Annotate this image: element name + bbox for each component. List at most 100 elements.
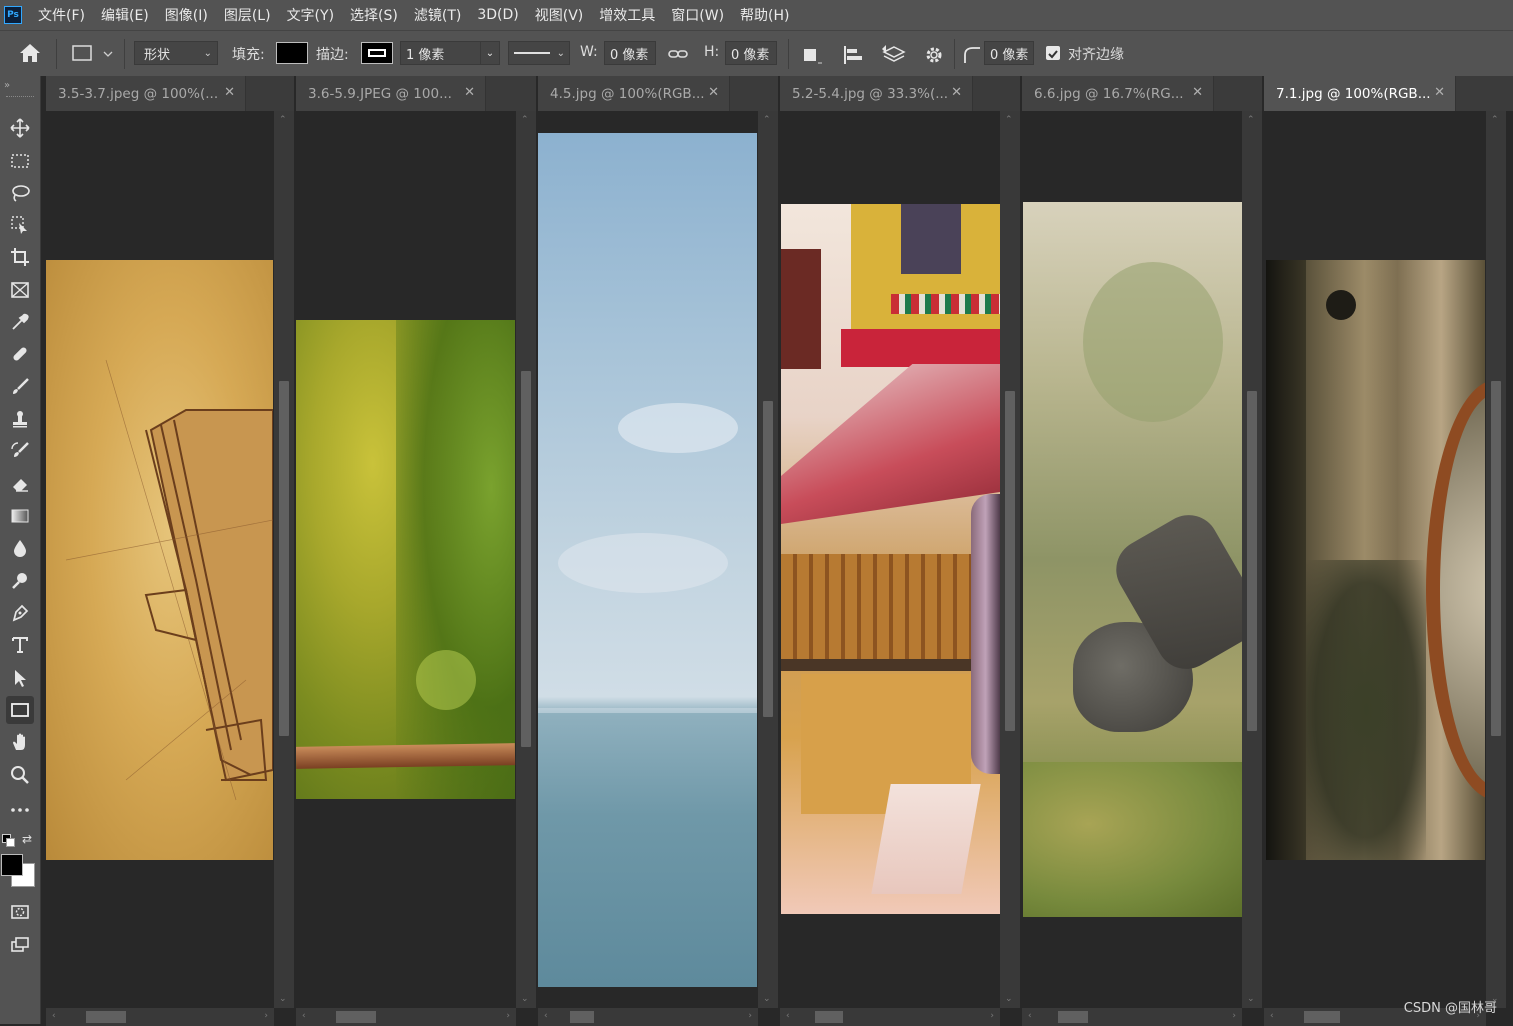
swap-colors-icon[interactable]: ⇄ bbox=[22, 832, 32, 846]
canvas-1[interactable] bbox=[46, 111, 274, 1008]
blur-tool-icon[interactable] bbox=[6, 534, 34, 562]
tool-preset-picker[interactable] bbox=[70, 43, 116, 65]
marquee-tool-icon[interactable] bbox=[6, 147, 34, 175]
width-label: W: bbox=[580, 44, 598, 60]
vertical-scrollbar-5[interactable]: ⌃ ⌄ bbox=[1242, 111, 1262, 1008]
menu-layer[interactable]: 图层(L) bbox=[216, 5, 279, 25]
document-tab-5[interactable]: 6.6.jpg @ 16.7%(RG... ✕ bbox=[1022, 76, 1214, 111]
height-field[interactable]: 0 像素 bbox=[725, 41, 777, 65]
document-window-1: 3.5-3.7.jpeg @ 100%(... ✕ ⌃ ⌄ ‹ › bbox=[46, 76, 294, 1026]
menu-plugins[interactable]: 增效工具 bbox=[591, 5, 663, 25]
chevron-down-icon: ⌄ bbox=[480, 42, 499, 64]
document-tab-3[interactable]: 4.5.jpg @ 100%(RGB... ✕ bbox=[538, 76, 730, 111]
clone-stamp-tool-icon[interactable] bbox=[6, 405, 34, 433]
photoshop-logo-icon: Ps bbox=[4, 6, 22, 24]
close-icon[interactable]: ✕ bbox=[224, 85, 235, 100]
menu-image[interactable]: 图像(I) bbox=[157, 5, 216, 25]
close-icon[interactable]: ✕ bbox=[1434, 85, 1445, 100]
panel-grip[interactable] bbox=[6, 96, 34, 99]
type-tool-icon[interactable] bbox=[6, 631, 34, 659]
menu-view[interactable]: 视图(V) bbox=[527, 5, 592, 25]
height-label: H: bbox=[704, 44, 720, 60]
canvas-2[interactable] bbox=[296, 111, 516, 1008]
close-icon[interactable]: ✕ bbox=[1192, 85, 1203, 100]
document-window-4: 5.2-5.4.jpg @ 33.3%(... ✕ ⌃ ⌄ ‹ › bbox=[780, 76, 1020, 1026]
width-field[interactable]: 0 像素 bbox=[604, 41, 656, 65]
menu-edit[interactable]: 编辑(E) bbox=[93, 5, 157, 25]
expand-panel-icon[interactable]: » bbox=[4, 80, 10, 91]
close-icon[interactable]: ✕ bbox=[708, 85, 719, 100]
menu-help[interactable]: 帮助(H) bbox=[732, 5, 797, 25]
link-icon[interactable] bbox=[666, 44, 690, 64]
history-brush-tool-icon[interactable] bbox=[6, 437, 34, 465]
path-arrangement-icon[interactable] bbox=[880, 43, 908, 67]
screen-mode-icon[interactable] bbox=[6, 931, 34, 959]
vertical-scrollbar-2[interactable]: ⌃ ⌄ bbox=[516, 111, 536, 1008]
dodge-tool-icon[interactable] bbox=[6, 567, 34, 595]
move-tool-icon[interactable] bbox=[6, 114, 34, 142]
corner-radius-field[interactable]: 0 像素 bbox=[984, 41, 1034, 65]
stroke-width-field[interactable]: 1 像素 ⌄ bbox=[400, 41, 500, 65]
align-edges-label: 对齐边缘 bbox=[1068, 47, 1124, 63]
path-selection-tool-icon[interactable] bbox=[6, 664, 34, 692]
document-window-2: 3.6-5.9.JPEG @ 100... ✕ ⌃ ⌄ ‹ › bbox=[296, 76, 536, 1026]
document-tab-4-label: 5.2-5.4.jpg @ 33.3%(... bbox=[792, 85, 949, 102]
eyedropper-tool-icon[interactable] bbox=[6, 308, 34, 336]
more-tools-icon[interactable] bbox=[6, 796, 34, 824]
menu-file[interactable]: 文件(F) bbox=[30, 5, 93, 25]
zoom-tool-icon[interactable] bbox=[6, 761, 34, 789]
document-tab-2[interactable]: 3.6-5.9.JPEG @ 100... ✕ bbox=[296, 76, 486, 111]
menu-3d[interactable]: 3D(D) bbox=[469, 7, 526, 23]
horizontal-scrollbar-1[interactable]: ‹ › bbox=[46, 1008, 274, 1026]
document-tab-6-label: 7.1.jpg @ 100%(RGB... bbox=[1276, 85, 1431, 102]
horizontal-scrollbar-4[interactable]: ‹ › bbox=[780, 1008, 1000, 1026]
document-tab-1[interactable]: 3.5-3.7.jpeg @ 100%(... ✕ bbox=[46, 76, 246, 111]
options-bar: 形状 ⌄ 填充: 描边: 1 像素 ⌄ ⌄ W: 0 像素 H: 0 像素 0 … bbox=[0, 30, 1513, 76]
align-edges-checkbox[interactable] bbox=[1046, 46, 1060, 60]
menu-window[interactable]: 窗口(W) bbox=[663, 5, 732, 25]
document-tab-5-label: 6.6.jpg @ 16.7%(RG... bbox=[1034, 85, 1184, 102]
canvas-4[interactable] bbox=[780, 111, 1000, 1008]
canvas-3[interactable] bbox=[538, 111, 758, 1008]
crop-tool-icon[interactable] bbox=[6, 243, 34, 271]
vertical-scrollbar-4[interactable]: ⌃ ⌄ bbox=[1000, 111, 1020, 1008]
object-select-tool-icon[interactable] bbox=[6, 211, 34, 239]
document-tab-4[interactable]: 5.2-5.4.jpg @ 33.3%(... ✕ bbox=[780, 76, 973, 111]
quick-mask-icon[interactable] bbox=[6, 898, 34, 926]
healing-brush-tool-icon[interactable] bbox=[6, 340, 34, 368]
menu-type[interactable]: 文字(Y) bbox=[279, 5, 342, 25]
fill-swatch[interactable] bbox=[276, 42, 308, 64]
path-alignment-icon[interactable] bbox=[840, 43, 866, 67]
canvas-5[interactable] bbox=[1022, 111, 1242, 1008]
default-colors-icon[interactable] bbox=[2, 834, 15, 847]
stroke-type-select[interactable]: ⌄ bbox=[508, 41, 570, 65]
close-icon[interactable]: ✕ bbox=[951, 85, 962, 100]
rectangle-tool-icon[interactable] bbox=[6, 696, 34, 724]
gear-icon[interactable] bbox=[922, 43, 946, 67]
gradient-tool-icon[interactable] bbox=[6, 502, 34, 530]
horizontal-scrollbar-3[interactable]: ‹ › bbox=[538, 1008, 758, 1026]
foreground-color-swatch[interactable] bbox=[1, 854, 23, 876]
mode-select[interactable]: 形状 ⌄ bbox=[134, 41, 218, 65]
horizontal-scrollbar-5[interactable]: ‹ › bbox=[1022, 1008, 1242, 1026]
brush-tool-icon[interactable] bbox=[6, 373, 34, 401]
frame-tool-icon[interactable] bbox=[6, 276, 34, 304]
pen-tool-icon[interactable] bbox=[6, 599, 34, 627]
menu-filter[interactable]: 滤镜(T) bbox=[406, 5, 469, 25]
canvas-6[interactable] bbox=[1264, 111, 1486, 1008]
close-icon[interactable]: ✕ bbox=[464, 85, 475, 100]
vertical-scrollbar-3[interactable]: ⌃ ⌄ bbox=[758, 111, 778, 1008]
tools-panel: » ⇄ bbox=[0, 76, 41, 1024]
stroke-swatch[interactable] bbox=[361, 42, 393, 64]
vertical-scrollbar-6[interactable]: ⌃ ⌄ bbox=[1486, 111, 1506, 1008]
hand-tool-icon[interactable] bbox=[6, 728, 34, 756]
horizontal-scrollbar-2[interactable]: ‹ › bbox=[296, 1008, 516, 1026]
vertical-scrollbar-1[interactable]: ⌃ ⌄ bbox=[274, 111, 294, 1008]
corner-radius-icon bbox=[962, 43, 982, 67]
eraser-tool-icon[interactable] bbox=[6, 470, 34, 498]
menu-select[interactable]: 选择(S) bbox=[342, 5, 406, 25]
home-icon[interactable] bbox=[18, 42, 44, 66]
document-tab-6[interactable]: 7.1.jpg @ 100%(RGB... ✕ bbox=[1264, 76, 1456, 111]
path-operations-icon[interactable] bbox=[800, 43, 824, 67]
lasso-tool-icon[interactable] bbox=[6, 179, 34, 207]
